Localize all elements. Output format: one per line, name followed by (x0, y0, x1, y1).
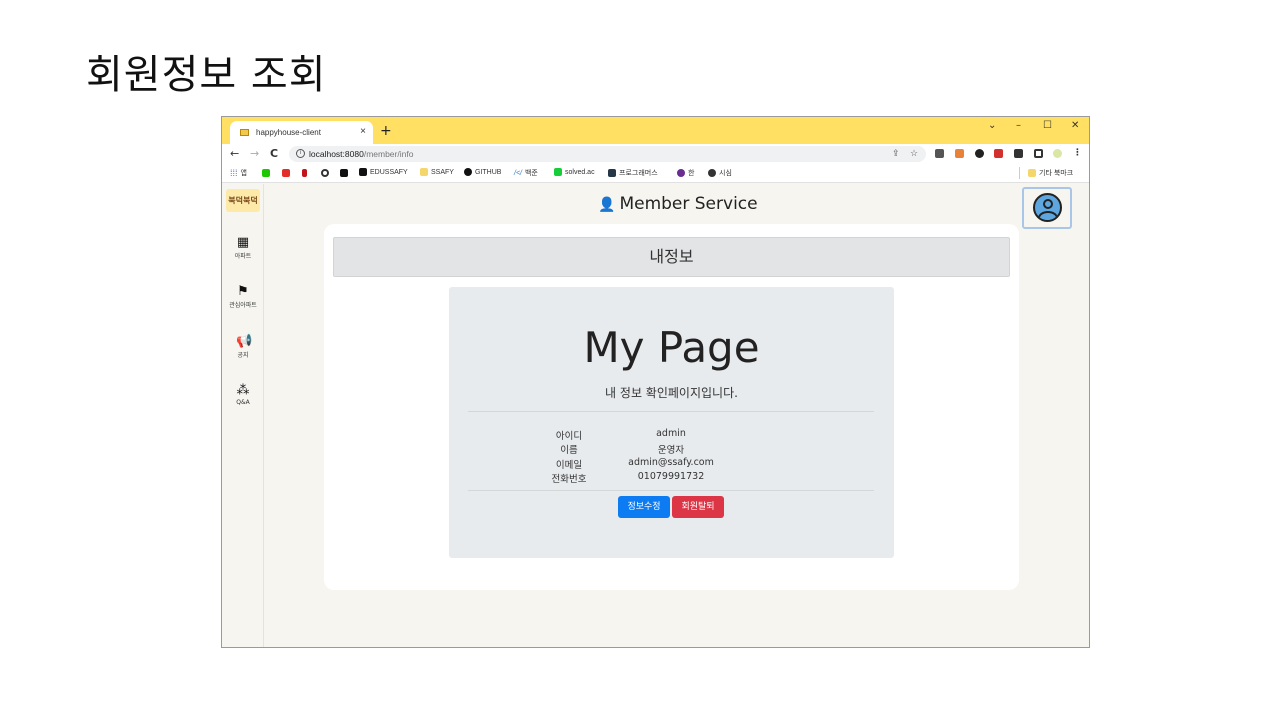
forward-button[interactable]: → (250, 147, 259, 160)
app-logo[interactable]: 북덕북덕 (226, 189, 260, 212)
megaphone-icon: 📢 (236, 334, 253, 349)
browser-window: happyhouse-client × + ⌄ – ☐ ✕ ← → C i lo… (221, 116, 1090, 648)
extension-icon[interactable] (994, 149, 1003, 158)
bookmarks-divider (1019, 167, 1020, 179)
other-bookmarks[interactable]: 기타 북마크 (1028, 168, 1073, 178)
bookmark-han[interactable]: 한 (677, 168, 694, 178)
minimize-button[interactable]: – (1016, 120, 1021, 131)
divider (468, 490, 874, 491)
flag-icon: ⚑ (237, 284, 249, 299)
bookmarks-bar: ⁞⁞⁞ 앱 EDUSSAFY SSAFY GITHUB /</백준 solved.… (222, 164, 1089, 183)
sidebar-item-apartment[interactable]: ▦ 아파트 (222, 235, 264, 261)
bookmark-github[interactable]: GITHUB (464, 168, 501, 176)
tab-search-icon[interactable]: ⌄ (988, 120, 996, 131)
browser-tab[interactable]: happyhouse-client × (230, 121, 373, 144)
bookmark-icon[interactable] (321, 169, 329, 177)
bookmark-baekjoon[interactable]: /</백준 (514, 168, 538, 178)
menu-kebab-icon[interactable]: ⋮ (1073, 148, 1082, 158)
profile-icon[interactable] (1053, 149, 1062, 158)
bookmark-apps[interactable]: ⁞⁞⁞ 앱 (230, 168, 247, 178)
info-row-name: 이름 운영자 (449, 442, 894, 457)
sidebar-item-favorite-apartment[interactable]: ⚑ 관심아파트 (222, 284, 264, 310)
sidebar-item-label: 아파트 (234, 253, 252, 260)
bookmark-m-icon[interactable] (340, 169, 348, 177)
divider (468, 411, 874, 412)
info-label: 이메일 (555, 460, 583, 471)
favicon-icon (240, 129, 249, 136)
info-label: 이름 (560, 445, 578, 456)
sidebar-item-qa[interactable]: ⁂ Q&A (222, 383, 264, 407)
info-value: 01079991732 (637, 471, 705, 482)
reload-button[interactable]: C (270, 147, 278, 160)
info-value: admin@ssafy.com (628, 457, 714, 468)
avatar-icon (1033, 193, 1062, 222)
extension-icon[interactable] (955, 149, 964, 158)
sidebar-item-notice[interactable]: 📢 공지 (222, 334, 264, 360)
building-icon: ▦ (236, 235, 250, 250)
member-card: 내정보 My Page 내 정보 확인페이지입니다. 아이디 admin 이름 … (324, 224, 1019, 590)
url-path: /member/info (363, 149, 414, 159)
user-avatar-button[interactable] (1022, 187, 1072, 229)
maximize-button[interactable]: ☐ (1043, 120, 1052, 131)
card-header: 내정보 (333, 237, 1010, 277)
bookmark-youtube-icon[interactable] (282, 169, 290, 177)
app-sidebar: 북덕북덕 ▦ 아파트 ⚑ 관심아파트 📢 공지 ⁂ Q&A (222, 184, 264, 647)
mypage-jumbotron: My Page 내 정보 확인페이지입니다. 아이디 admin 이름 운영자 … (449, 287, 894, 558)
tab-title: happyhouse-client (256, 128, 321, 137)
site-info-icon[interactable]: i (296, 149, 305, 158)
info-row-phone: 전화번호 01079991732 (449, 471, 894, 486)
url-host: localhost:8080 (309, 149, 364, 159)
mypage-lead: 내 정보 확인페이지입니다. (605, 386, 738, 400)
tab-close-icon[interactable]: × (360, 126, 366, 137)
extension-icon[interactable] (975, 149, 984, 158)
user-list-icon: 👤 (598, 197, 616, 213)
tab-bar: happyhouse-client × + ⌄ – ☐ ✕ (222, 117, 1089, 144)
extension-icon[interactable] (935, 149, 944, 158)
info-value: 운영자 (657, 445, 685, 456)
bookmark-programmers[interactable]: 프로그래머스 (608, 168, 658, 178)
withdraw-button[interactable]: 회원탈퇴 (672, 496, 724, 518)
page-content: 북덕북덕 ▦ 아파트 ⚑ 관심아파트 📢 공지 ⁂ Q&A 👤 Member Se… (222, 184, 1089, 647)
bookmark-sisim[interactable]: 시심 (708, 168, 732, 178)
address-bar-row: ← → C i localhost:8080/member/info ⇪ ☆ ⋮ (222, 144, 1089, 164)
new-tab-button[interactable]: + (380, 123, 392, 139)
bookmark-netflix-icon[interactable] (302, 169, 307, 177)
sidebar-item-label: 공지 (237, 352, 249, 359)
info-label: 아이디 (555, 431, 583, 442)
info-value: admin (656, 428, 686, 439)
bookmark-star-icon[interactable]: ☆ (910, 148, 918, 159)
puzzle-icon[interactable] (1014, 149, 1023, 158)
mypage-title: My Page (583, 323, 760, 372)
edit-info-button[interactable]: 정보수정 (618, 496, 670, 518)
close-window-button[interactable]: ✕ (1071, 120, 1079, 131)
bookmark-edussafy[interactable]: EDUSSAFY (359, 168, 408, 176)
bookmark-solved[interactable]: solved.ac (554, 168, 595, 176)
sidebar-item-label: Q&A (236, 399, 250, 406)
share-icon[interactable]: ⇪ (892, 148, 900, 159)
sidebar-item-label: 관심아파트 (229, 302, 257, 309)
bookmark-ssafy[interactable]: SSAFY (420, 168, 454, 176)
info-label: 전화번호 (551, 474, 587, 485)
page-title: 👤 Member Service (598, 194, 758, 214)
info-row-email: 이메일 admin@ssafy.com (449, 457, 894, 472)
side-panel-icon[interactable] (1034, 149, 1043, 158)
slide-title: 회원정보 조회 (86, 52, 327, 98)
url-input[interactable]: i localhost:8080/member/info ⇪ ☆ (289, 146, 926, 162)
back-button[interactable]: ← (230, 147, 239, 160)
bookmark-naver-icon[interactable] (262, 169, 270, 177)
info-row-id: 아이디 admin (449, 428, 894, 443)
qa-icon: ⁂ (236, 383, 250, 398)
